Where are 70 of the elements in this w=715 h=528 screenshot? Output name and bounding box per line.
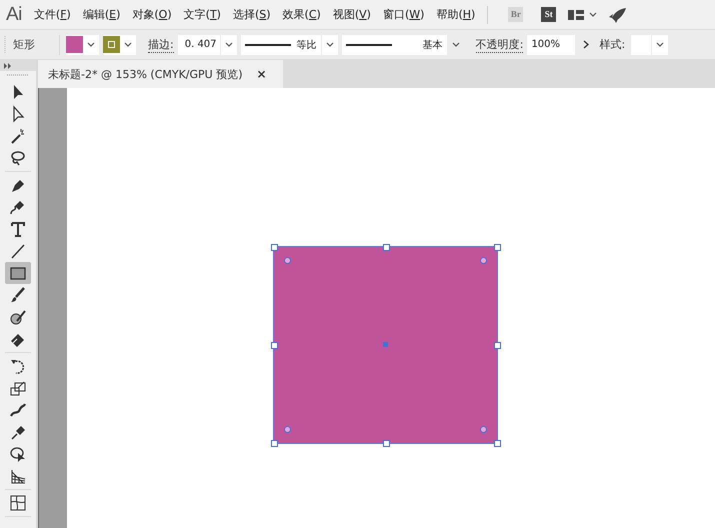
swatch-button[interactable] (103, 34, 136, 54)
resize-handle[interactable] (494, 342, 501, 349)
chevron-right-icon[interactable] (583, 40, 590, 49)
grip-icon (4, 36, 7, 54)
stroke-label[interactable]: 描边: (148, 36, 174, 52)
caret-icon (656, 42, 664, 47)
dropdown-button[interactable] (652, 34, 668, 54)
brush-icon (9, 286, 27, 304)
close-button[interactable]: × (250, 60, 283, 88)
app-button[interactable]: St (541, 7, 556, 22)
curvature-pen-icon (9, 198, 27, 216)
menu-item[interactable]: 文件(F) (34, 7, 71, 22)
corner-widget[interactable] (480, 257, 487, 264)
line-icon (9, 242, 27, 260)
menu-item[interactable]: 编辑(E) (82, 7, 120, 22)
caret-icon (224, 42, 233, 47)
resize-handle[interactable] (382, 440, 390, 447)
pin-icon (9, 423, 27, 441)
caret-icon (326, 42, 334, 47)
caret-icon (87, 42, 95, 47)
scale-icon (9, 379, 27, 397)
collapse-icon[interactable] (4, 62, 12, 68)
resize-handle[interactable] (382, 244, 390, 251)
resize-handle[interactable] (494, 244, 501, 251)
mesh-icon (9, 494, 27, 512)
rotate-icon (9, 357, 27, 375)
shaper-icon (9, 308, 27, 326)
warp-icon (9, 401, 27, 419)
menu-item[interactable]: 文字(T) (184, 7, 221, 22)
resize-handle[interactable] (271, 342, 278, 349)
grip-icon (7, 74, 29, 76)
object-type-label: 矩形 (13, 37, 35, 52)
swatch-button[interactable] (66, 34, 99, 54)
tool-button[interactable] (5, 262, 31, 284)
shape-builder-icon (9, 445, 27, 463)
menu-item[interactable]: 选择(S) (232, 7, 271, 22)
type-icon (9, 220, 27, 238)
menu-item[interactable]: 效果(C) (282, 7, 321, 22)
menu-item[interactable]: 窗口(W) (382, 7, 424, 22)
perspective-grid-icon (9, 467, 27, 485)
resize-handle[interactable] (271, 244, 278, 251)
corner-widget[interactable] (284, 426, 291, 433)
opacity-field[interactable]: 100% (527, 34, 576, 54)
menu-item[interactable]: 视图(V) (332, 7, 371, 22)
rocket-icon[interactable] (609, 6, 628, 22)
corner-widget[interactable] (284, 257, 291, 264)
layout-icon (568, 10, 584, 20)
menu-item[interactable]: 帮助(H) (436, 7, 476, 22)
stroke-style-dropdown[interactable]: 等比 (240, 34, 321, 54)
corner-widget[interactable] (480, 426, 487, 433)
caret-icon (589, 12, 598, 17)
app-logo: Ai (6, 4, 22, 26)
wand-icon (9, 127, 27, 145)
style-label: 样式: (599, 37, 626, 52)
line-sample-icon (244, 42, 291, 46)
resize-handle[interactable] (494, 440, 501, 447)
dropdown-button[interactable] (322, 34, 338, 54)
center-point (382, 342, 388, 347)
dropdown-button[interactable] (220, 34, 237, 54)
document-tab[interactable]: 未标题-2* @ 153% (CMYK/GPU 预览) (38, 60, 251, 88)
stroke-weight-field[interactable]: 0. 407 (178, 34, 220, 54)
resize-handle[interactable] (271, 440, 278, 447)
menu-item[interactable]: 对象(O) (132, 7, 172, 22)
caret-icon (124, 42, 132, 47)
line-sample-icon (346, 42, 392, 46)
brush-dropdown[interactable]: 基本 (342, 34, 447, 54)
lasso-icon (9, 149, 27, 167)
caret-icon (452, 42, 460, 47)
opacity-label[interactable]: 不透明度: (476, 36, 524, 52)
workspace-button[interactable] (568, 10, 598, 20)
